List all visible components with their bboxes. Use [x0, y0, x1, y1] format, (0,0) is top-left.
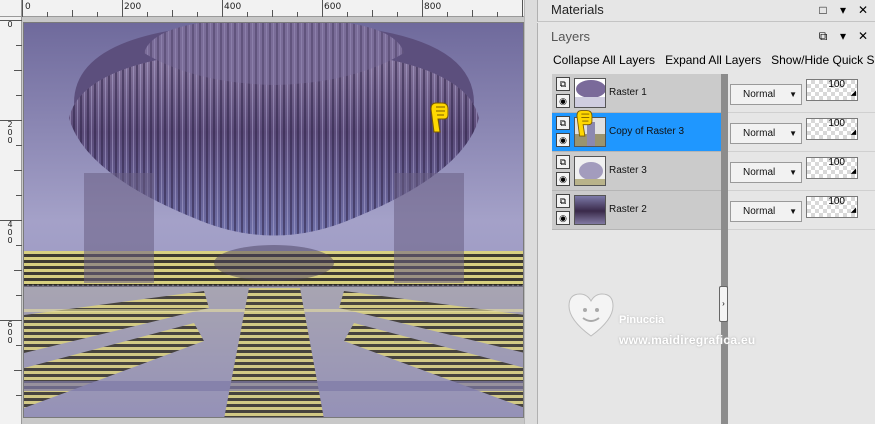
- layer-name: Raster 2: [609, 204, 647, 215]
- ruler-ticks: [0, 20, 22, 396]
- show-hide-quick-search-button[interactable]: Show/Hide Quick Search: [771, 53, 875, 67]
- maximize-icon[interactable]: □: [817, 3, 829, 17]
- slider-corner-icon: ◢: [850, 207, 856, 214]
- restore-icon[interactable]: ⧉: [817, 29, 829, 44]
- opacity-value: 100: [828, 157, 845, 168]
- close-icon[interactable]: ✕: [857, 3, 869, 17]
- panel-splitter[interactable]: [721, 74, 728, 424]
- horizontal-ruler: 0 200 400 600 800: [22, 0, 524, 17]
- layer-row-raster-3[interactable]: ⧉ ◉ Raster 3: [552, 152, 721, 191]
- layer-name: Copy of Raster 3: [609, 126, 685, 137]
- layer-row-raster-2[interactable]: ⧉ ◉ Raster 2: [552, 191, 721, 230]
- slider-corner-icon: ◢: [850, 168, 856, 175]
- layer-group-icon[interactable]: ⧉: [556, 116, 570, 130]
- layer-thumbnail: [574, 195, 606, 225]
- layer-group-icon[interactable]: ⧉: [556, 155, 570, 169]
- layers-list: ⧉ ◉ Raster 1 ⧉ ◉ Copy of Raster 3 ⧉ ◉ Ra…: [552, 74, 721, 424]
- vertical-scrollbar[interactable]: [524, 0, 537, 424]
- opacity-value: 100: [828, 79, 845, 90]
- pin-icon[interactable]: ▾: [837, 3, 849, 17]
- layer-group-icon[interactable]: ⧉: [556, 194, 570, 208]
- layers-panel: Layers ⧉ ▾ ✕ Collapse All Layers Expand …: [537, 23, 875, 424]
- layer-properties-row: Normal ▼ 100 ◢: [728, 152, 875, 191]
- app-window: 0 200 400 600 800 0 200 400 600 Material…: [0, 0, 875, 424]
- blend-mode-value: Normal: [743, 89, 776, 100]
- dropdown-arrow-icon: ▼: [789, 168, 797, 177]
- layer-thumbnail: [574, 156, 606, 186]
- layer-properties-row: Normal ▼ 100 ◢: [728, 113, 875, 152]
- canvas-area: 0 200 400 600 800 0 200 400 600: [0, 0, 537, 424]
- collapse-all-layers-button[interactable]: Collapse All Layers: [553, 53, 655, 67]
- layer-group-icon[interactable]: ⧉: [556, 77, 570, 91]
- slider-corner-icon: ◢: [850, 90, 856, 97]
- visibility-eye-icon[interactable]: ◉: [556, 94, 570, 108]
- blend-mode-select[interactable]: Normal ▼: [730, 162, 802, 183]
- pin-icon[interactable]: ▾: [837, 29, 849, 44]
- layer-name: Raster 1: [609, 87, 647, 98]
- ruler-ticks: [22, 0, 523, 17]
- visibility-eye-icon[interactable]: ◉: [556, 133, 570, 147]
- blend-mode-select[interactable]: Normal ▼: [730, 84, 802, 105]
- blend-mode-select[interactable]: Normal ▼: [730, 201, 802, 222]
- blend-mode-value: Normal: [743, 206, 776, 217]
- opacity-field[interactable]: 100 ◢: [806, 196, 858, 218]
- document-canvas[interactable]: [23, 22, 524, 418]
- visibility-eye-icon[interactable]: ◉: [556, 172, 570, 186]
- pointing-hand-icon: [576, 110, 593, 137]
- layer-name: Raster 3: [609, 165, 647, 176]
- dropdown-arrow-icon: ▼: [789, 207, 797, 216]
- layer-properties-column: Normal ▼ 100 ◢ Normal ▼ 100 ◢ Normal ▼ 100 ◢ N…: [728, 74, 875, 424]
- materials-title: Materials: [551, 2, 604, 17]
- layer-properties-row: Normal ▼ 100 ◢: [728, 74, 875, 113]
- layer-thumbnail: [574, 78, 606, 108]
- blend-mode-select[interactable]: Normal ▼: [730, 123, 802, 144]
- layers-toolbar: Collapse All Layers Expand All Layers Sh…: [553, 53, 875, 67]
- dropdown-arrow-icon: ▼: [789, 90, 797, 99]
- close-icon[interactable]: ✕: [857, 29, 869, 44]
- visibility-eye-icon[interactable]: ◉: [556, 211, 570, 225]
- opacity-field[interactable]: 100 ◢: [806, 79, 858, 101]
- dropdown-arrow-icon: ▼: [789, 129, 797, 138]
- opacity-field[interactable]: 100 ◢: [806, 118, 858, 140]
- blend-mode-value: Normal: [743, 128, 776, 139]
- opacity-value: 100: [828, 118, 845, 129]
- canvas-image: [24, 23, 523, 417]
- pointing-hand-icon: [430, 102, 449, 133]
- opacity-value: 100: [828, 196, 845, 207]
- ruler-corner: [0, 0, 22, 17]
- opacity-field[interactable]: 100 ◢: [806, 157, 858, 179]
- layers-title: Layers: [551, 29, 591, 44]
- materials-panel: Materials □ ▾ ✕: [537, 0, 875, 22]
- slider-corner-icon: ◢: [850, 129, 856, 136]
- splitter-handle[interactable]: ›: [719, 286, 728, 322]
- vertical-ruler: 0 200 400 600: [0, 17, 22, 424]
- layers-window-controls: ⧉ ▾ ✕: [817, 29, 869, 44]
- materials-window-controls: □ ▾ ✕: [817, 3, 869, 17]
- layer-properties-row: Normal ▼ 100 ◢: [728, 191, 875, 230]
- layer-row-copy-of-raster-3[interactable]: ⧉ ◉ Copy of Raster 3: [552, 110, 721, 152]
- expand-all-layers-button[interactable]: Expand All Layers: [665, 53, 761, 67]
- blend-mode-value: Normal: [743, 167, 776, 178]
